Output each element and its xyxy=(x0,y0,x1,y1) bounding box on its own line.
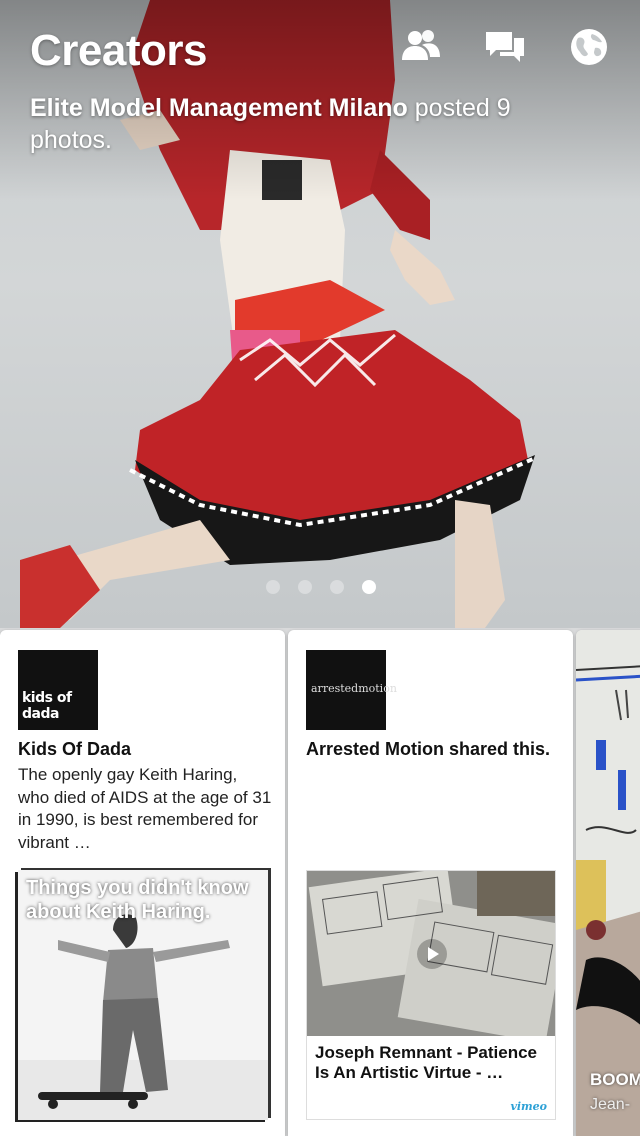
card-title[interactable]: BOOM xyxy=(590,1070,640,1090)
video-title[interactable]: Joseph Remnant - Patience Is An Artistic… xyxy=(315,1043,551,1083)
hero-caption[interactable]: Elite Model Management Milano posted 9 p… xyxy=(30,92,590,156)
card-title[interactable]: Arrested Motion shared this. xyxy=(306,738,561,761)
card-title[interactable]: Kids Of Dada xyxy=(18,738,273,761)
globe-icon[interactable] xyxy=(568,26,610,68)
avatar[interactable]: kids of dada xyxy=(18,650,98,730)
media-overlay-title: Things you didn't know about Keith Harin… xyxy=(26,877,249,923)
avatar-text: kids of dada xyxy=(22,690,72,722)
top-toolbar xyxy=(400,26,610,68)
page-indicator[interactable] xyxy=(266,580,376,594)
friends-icon[interactable] xyxy=(400,26,442,68)
video-card[interactable]: Joseph Remnant - Patience Is An Artistic… xyxy=(306,870,556,1120)
avatar-text: arrestedmotion xyxy=(311,682,397,695)
story-card[interactable]: arrestedmotion Arrested Motion shared th… xyxy=(288,630,573,1136)
story-cards: kids of dada Kids Of Dada The openly gay… xyxy=(0,628,640,1136)
page-dot[interactable] xyxy=(298,580,312,594)
avatar[interactable]: arrestedmotion xyxy=(306,650,397,730)
card-photo xyxy=(576,630,640,1136)
story-card[interactable]: kids of dada Kids Of Dada The openly gay… xyxy=(0,630,285,1136)
card-subtitle: Jean- xyxy=(590,1096,631,1113)
hero-author[interactable]: Elite Model Management Milano xyxy=(30,94,408,122)
page-dot-active[interactable] xyxy=(362,580,376,594)
page-dot[interactable] xyxy=(266,580,280,594)
vimeo-logo: vimeo xyxy=(510,1100,547,1113)
play-icon[interactable] xyxy=(417,939,447,969)
section-title: Creators xyxy=(30,26,207,75)
hero-story[interactable]: Creators Elite Model Management Milano p… xyxy=(0,0,640,628)
card-media[interactable]: Things you didn't know about Keith Harin… xyxy=(18,870,268,1120)
card-text: The openly gay Keith Haring, who died of… xyxy=(18,765,272,852)
messages-icon[interactable] xyxy=(484,26,526,68)
page-dot[interactable] xyxy=(330,580,344,594)
story-card-partial[interactable]: BOOM Jean- xyxy=(576,630,640,1136)
